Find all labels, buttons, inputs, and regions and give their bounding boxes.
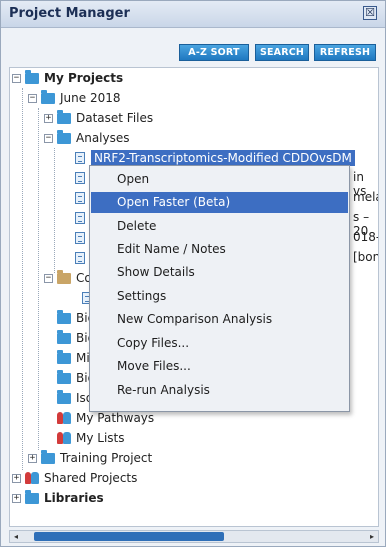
folder-icon bbox=[57, 129, 71, 144]
tree-node-training-project[interactable]: + Training Project bbox=[28, 448, 152, 468]
scroll-left-icon[interactable]: ◂ bbox=[10, 531, 22, 542]
collapse-toggle[interactable]: − bbox=[28, 93, 37, 103]
toolbar: A-Z SORT SEARCH REFRESH bbox=[1, 27, 385, 61]
lists-icon bbox=[57, 432, 71, 444]
tree-node-label-fragment: 018- bbox=[353, 230, 379, 244]
folder-icon bbox=[57, 309, 71, 324]
project-manager-panel: Project Manager ☒ A-Z SORT SEARCH REFRES… bbox=[0, 0, 386, 547]
context-menu: Open Open Faster (Beta) Delete Edit Name… bbox=[89, 165, 350, 412]
menu-item-copy-files[interactable]: Copy Files... bbox=[91, 333, 348, 354]
tree-guide-line bbox=[38, 108, 39, 450]
menu-item-show-details[interactable]: Show Details bbox=[91, 262, 348, 283]
tree-node-label: My Pathways bbox=[76, 411, 155, 425]
tree-node-dataset-files[interactable]: + Dataset Files bbox=[44, 108, 153, 128]
title-bar: Project Manager ☒ bbox=[1, 1, 385, 28]
analysis-file-icon bbox=[75, 152, 85, 164]
panel-title: Project Manager bbox=[9, 6, 130, 21]
shared-users-icon bbox=[25, 472, 39, 484]
collapse-toggle[interactable]: − bbox=[44, 133, 53, 143]
folder-icon bbox=[25, 489, 39, 504]
menu-item-delete[interactable]: Delete bbox=[91, 216, 348, 237]
tree-node-label: My Lists bbox=[76, 431, 125, 445]
tree-node-libraries[interactable]: + Libraries bbox=[12, 488, 104, 508]
tree-node-june-2018[interactable]: − June 2018 bbox=[28, 88, 121, 108]
tree-node-label-fragment: mela bbox=[353, 190, 378, 204]
tree-node-label: Libraries bbox=[44, 491, 104, 505]
folder-icon bbox=[57, 329, 71, 344]
expand-toggle[interactable]: + bbox=[28, 453, 37, 463]
menu-item-new-comparison-analysis[interactable]: New Comparison Analysis bbox=[91, 309, 348, 330]
collapse-toggle[interactable]: − bbox=[44, 273, 53, 283]
scrollbar-thumb[interactable] bbox=[34, 532, 224, 541]
analysis-file-icon bbox=[75, 212, 85, 224]
menu-item-open-faster[interactable]: Open Faster (Beta) bbox=[91, 192, 348, 213]
folder-icon bbox=[41, 449, 55, 464]
tree-node-label: June 2018 bbox=[60, 91, 121, 105]
menu-item-settings[interactable]: Settings bbox=[91, 286, 348, 307]
expand-toggle[interactable]: + bbox=[12, 493, 21, 503]
folder-icon bbox=[25, 69, 39, 84]
menu-item-rerun-analysis[interactable]: Re-run Analysis bbox=[91, 380, 348, 401]
horizontal-scrollbar[interactable]: ◂ ▸ bbox=[9, 530, 379, 543]
close-icon: ☒ bbox=[365, 6, 375, 19]
tree-node-label: Shared Projects bbox=[44, 471, 138, 485]
folder-icon bbox=[57, 109, 71, 124]
tree-node-label: Analyses bbox=[76, 131, 130, 145]
tree-node-comparisons[interactable]: − Co bbox=[44, 268, 92, 288]
analysis-file-icon bbox=[75, 172, 85, 184]
folder-icon bbox=[41, 89, 55, 104]
close-button[interactable]: ☒ bbox=[363, 6, 377, 20]
az-sort-button[interactable]: A-Z SORT bbox=[179, 44, 249, 61]
menu-item-move-files[interactable]: Move Files... bbox=[91, 356, 348, 377]
expand-toggle[interactable]: + bbox=[12, 473, 21, 483]
pathways-icon bbox=[57, 412, 71, 424]
collapse-toggle[interactable]: − bbox=[12, 73, 21, 83]
expand-toggle[interactable]: + bbox=[44, 113, 53, 123]
menu-item-open[interactable]: Open bbox=[91, 169, 348, 190]
folder-icon bbox=[57, 349, 71, 364]
analysis-file-icon bbox=[75, 192, 85, 204]
tree-node-label: Dataset Files bbox=[76, 111, 154, 125]
analysis-file-icon bbox=[75, 252, 85, 264]
tree-guide-line bbox=[22, 88, 23, 470]
tree-node-my-lists[interactable]: My Lists bbox=[57, 428, 125, 448]
scroll-right-icon[interactable]: ▸ bbox=[366, 531, 378, 542]
tree-node-label-fragment: [bon bbox=[353, 250, 379, 264]
analysis-file-icon bbox=[75, 232, 85, 244]
tree-node-label: NRF2-Transcriptomics-Modified CDDOvsDM bbox=[91, 150, 355, 166]
tree-node-label: Training Project bbox=[60, 451, 153, 465]
menu-item-edit-name-notes[interactable]: Edit Name / Notes bbox=[91, 239, 348, 260]
tree-node-shared-projects[interactable]: + Shared Projects bbox=[12, 468, 137, 488]
tree-node-my-projects[interactable]: − My Projects bbox=[12, 68, 123, 88]
tree-guide-line bbox=[54, 148, 55, 273]
refresh-button[interactable]: REFRESH bbox=[314, 44, 376, 61]
comparisons-folder-icon bbox=[57, 269, 71, 284]
folder-icon bbox=[57, 389, 71, 404]
tree-node-label: My Projects bbox=[44, 71, 124, 85]
tree-node-analyses[interactable]: − Analyses bbox=[44, 128, 130, 148]
search-button[interactable]: SEARCH bbox=[255, 44, 309, 61]
folder-icon bbox=[57, 369, 71, 384]
